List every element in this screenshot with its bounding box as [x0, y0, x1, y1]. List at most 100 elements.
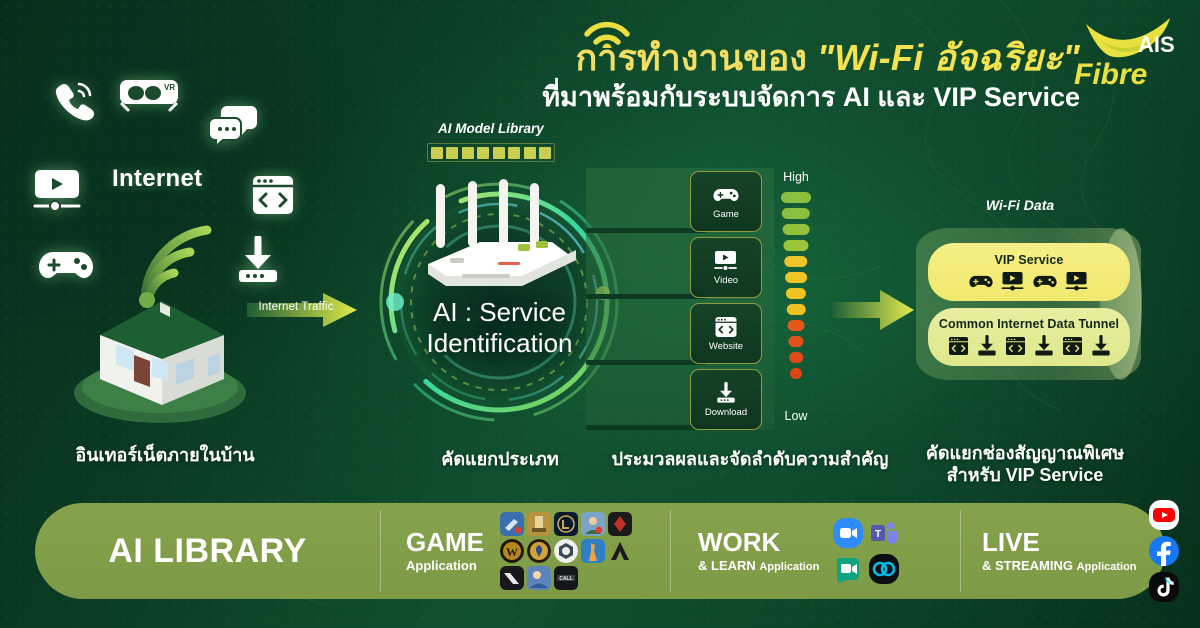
app-icon-youtube[interactable]	[1148, 500, 1179, 530]
priority-segment	[785, 272, 807, 283]
priority-low-label: Low	[784, 409, 808, 423]
app-icon-tiktok[interactable]	[1148, 572, 1179, 602]
svg-text:T: T	[875, 529, 881, 540]
caption-home-internet: อินเทอร์เน็ตภายในบ้าน	[75, 445, 255, 465]
app-icon-genshin-impact[interactable]	[527, 566, 551, 590]
priority-high-label: High	[783, 170, 809, 184]
priority-segment	[784, 256, 808, 267]
code-browser-icon	[253, 176, 293, 214]
app-icon-world-of-warcraft[interactable]: W	[500, 539, 524, 563]
priority-segment	[790, 368, 802, 379]
svg-text:W: W	[506, 545, 518, 559]
app-icon-overwatch[interactable]	[554, 539, 578, 563]
game-title: GAME	[406, 526, 484, 557]
game-subtitle: Application	[406, 558, 477, 574]
router-illustration	[428, 179, 576, 286]
app-icon-league-of-legends[interactable]	[554, 512, 578, 536]
code-browser-icon	[715, 316, 737, 337]
gamepad-icon	[969, 275, 993, 287]
priority-segment	[782, 224, 810, 235]
model-library-block	[477, 146, 490, 159]
model-library-block	[508, 146, 521, 159]
ai-model-library-blocks	[427, 143, 555, 162]
category-label: Video	[713, 274, 739, 286]
svg-text:AIS: AIS	[1138, 32, 1175, 57]
app-icon-zoom[interactable]	[833, 518, 864, 548]
app-icon-call-of-duty[interactable]: CALL	[554, 566, 578, 590]
game-section: GAME Application W CALL	[380, 503, 670, 599]
category-card-game[interactable]: Game	[690, 171, 762, 232]
title-highlight: "Wi-Fi อัจฉริยะ"	[817, 37, 1080, 78]
download-icon	[977, 335, 996, 356]
app-icon-apex-legends[interactable]	[608, 539, 632, 563]
wifi-data-label: Wi-Fi Data	[985, 197, 1055, 213]
app-icon-garena-free-fire[interactable]	[500, 512, 524, 536]
app-icon-counter-strike[interactable]	[581, 539, 605, 563]
work-app-icons: T	[833, 518, 905, 584]
vip-service-pill: VIP Service	[928, 243, 1130, 301]
code-browser-icon	[948, 336, 968, 356]
video-player-icon	[1065, 271, 1088, 291]
page-title: การทำงานของ "Wi-Fi อัจฉริยะ" ที่มาพร้อมก…	[250, 37, 1080, 114]
app-icon-dota-2[interactable]	[608, 512, 632, 536]
vr-headset-icon: VR	[120, 80, 178, 112]
common-tunnel-pill: Common Internet Data Tunnel	[928, 308, 1130, 366]
connector-line-video	[586, 294, 706, 299]
gamepad-icon	[713, 188, 739, 201]
app-icon-webex[interactable]	[869, 554, 900, 584]
caption-prioritize: ประมวลผลและจัดลำดับความสำคัญ	[611, 449, 889, 469]
home-illustration	[74, 301, 246, 423]
ais-fibre-logo: AIS Fibre	[1074, 18, 1175, 90]
priority-meter	[778, 192, 814, 384]
video-player-icon	[1001, 271, 1024, 291]
work-section: WORK & LEARN Application T	[670, 503, 960, 599]
title-prefix: การทำงานของ	[575, 37, 807, 78]
code-browser-icon	[1062, 336, 1082, 356]
svg-text:CALL: CALL	[559, 576, 572, 582]
download-icon	[1091, 335, 1110, 356]
app-icon-microsoft-teams[interactable]: T	[869, 518, 899, 548]
priority-segment	[781, 208, 811, 219]
ai-library-section: AI LIBRARY	[35, 503, 380, 599]
category-card-video[interactable]: Video	[690, 237, 762, 298]
infographic-canvas: AIS Fibre การทำงานของ "Wi-Fi อัจฉริยะ" ท…	[0, 0, 1200, 628]
ai-library-label: AI LIBRARY	[108, 531, 307, 570]
app-icon-hearthstone[interactable]	[527, 539, 551, 563]
internet-label: Internet	[112, 165, 203, 192]
app-icon-valorant[interactable]	[500, 566, 524, 590]
category-label: Game	[713, 208, 739, 220]
app-icon-rov-arena-of-valor[interactable]	[581, 512, 605, 536]
game-section-text: GAME Application	[406, 529, 484, 574]
category-label: Download	[704, 406, 748, 418]
phone-call-icon	[55, 82, 95, 121]
page-subtitle: ที่มาพร้อมกับระบบจัดการ AI และ VIP Servi…	[542, 82, 1080, 113]
model-library-block	[538, 146, 551, 159]
model-library-block	[431, 146, 443, 159]
work-section-text: WORK & LEARN Application	[698, 529, 819, 574]
live-app-icons	[1148, 500, 1179, 602]
ai-model-library-label: AI Model Library	[438, 121, 544, 136]
live-section: LIVE & STREAMING Application	[960, 500, 1179, 602]
priority-segment	[786, 304, 806, 315]
chat-bubbles-icon	[209, 106, 257, 146]
app-icon-facebook[interactable]	[1148, 536, 1179, 566]
common-tunnel-title: Common Internet Data Tunnel	[938, 317, 1120, 331]
work-subtitle: & LEARN Application	[698, 558, 819, 573]
gamepad-icon	[1033, 275, 1057, 287]
code-browser-icon	[1005, 336, 1025, 356]
priority-segment	[785, 288, 807, 299]
live-subtitle-main: & STREAMING	[982, 558, 1073, 574]
vip-service-title: VIP Service	[994, 252, 1064, 267]
live-section-text: LIVE & STREAMING Application	[982, 529, 1137, 574]
app-icon-pubg-mobile[interactable]	[527, 512, 551, 536]
download-icon	[717, 381, 735, 403]
caption-vip-line-1: คัดแยกช่องสัญญาณพิเศษ	[925, 443, 1125, 463]
connector-line-download	[586, 425, 706, 430]
flow-arrow-right	[832, 290, 914, 330]
category-card-download[interactable]: Download	[690, 369, 762, 430]
category-card-website[interactable]: Website	[690, 303, 762, 364]
common-tunnel-icons	[948, 335, 1111, 357]
live-title: LIVE	[982, 526, 1040, 557]
app-icon-google-meet[interactable]	[833, 554, 863, 584]
video-player-icon	[714, 250, 737, 271]
